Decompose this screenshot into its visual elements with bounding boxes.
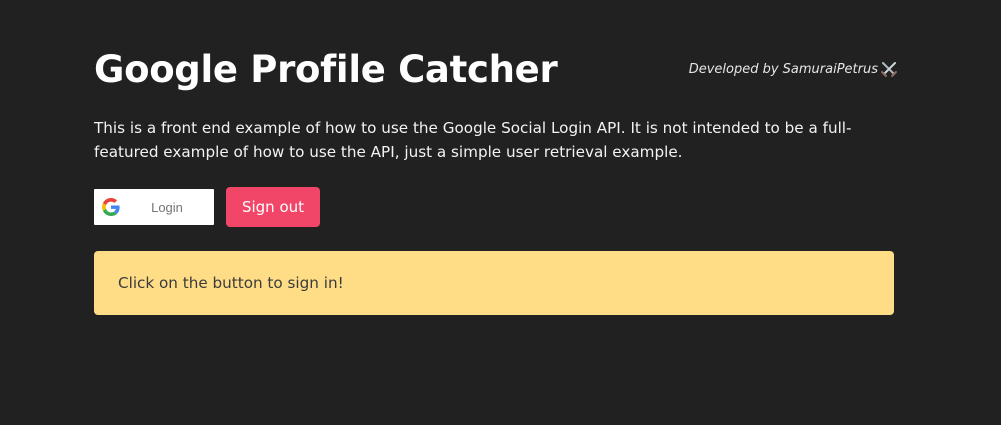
sign-in-notice: Click on the button to sign in! [94, 251, 894, 315]
crossed-swords-icon [881, 62, 897, 77]
page-header: Google Profile Catcher Developed by Samu… [94, 0, 897, 120]
google-g-icon [102, 198, 120, 216]
main-container: Google Profile Catcher Developed by Samu… [94, 0, 897, 315]
button-row: Login Sign out [94, 187, 320, 227]
google-login-label: Login [151, 199, 183, 215]
developer-credit-text: Developed by SamuraiPetrus [688, 61, 878, 77]
sign-out-button[interactable]: Sign out [226, 187, 320, 227]
google-login-button[interactable]: Login [94, 189, 214, 225]
notice-message: Click on the button to sign in! [118, 274, 344, 292]
page-description: This is a front end example of how to us… [94, 119, 852, 161]
page-title: Google Profile Catcher [94, 48, 558, 91]
developer-credit: Developed by SamuraiPetrus [689, 60, 898, 78]
